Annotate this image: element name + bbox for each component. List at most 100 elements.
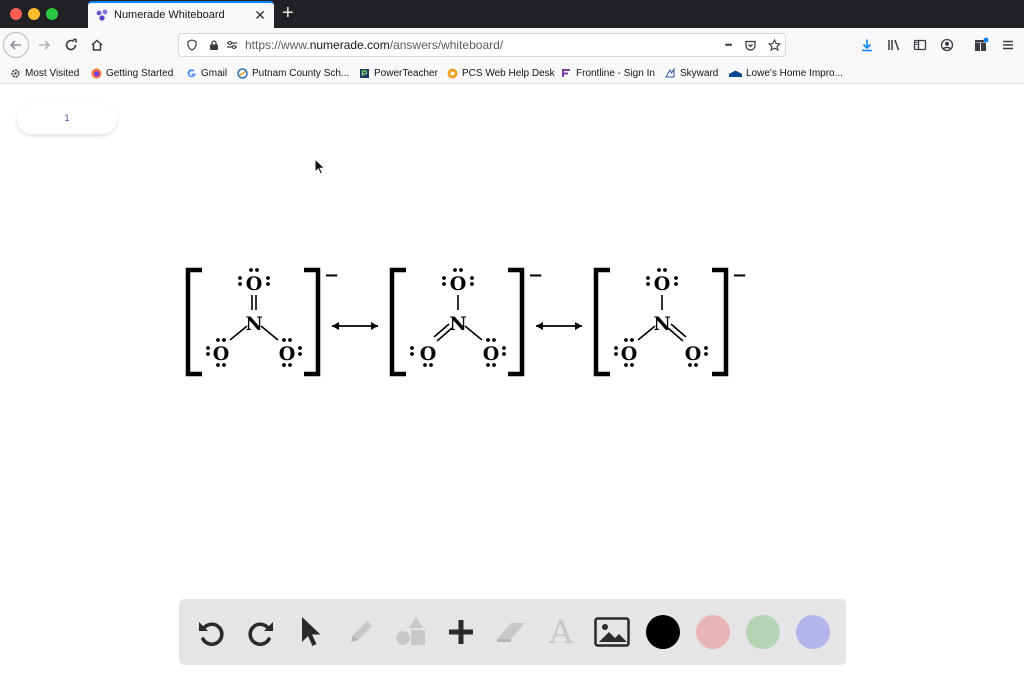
library-icon — [888, 39, 900, 51]
atom-o-left: O — [621, 343, 638, 365]
back-button[interactable] — [3, 32, 29, 58]
pocket-icon[interactable] — [743, 38, 757, 52]
minimize-window-button[interactable] — [28, 8, 40, 20]
mouse-cursor-icon — [314, 158, 326, 175]
hamburger-menu-icon — [1003, 40, 1013, 50]
add-button[interactable] — [443, 614, 479, 650]
resonance-structure-2: − O N O O — [389, 265, 543, 377]
text-tool-button[interactable]: A — [543, 613, 579, 651]
download-icon — [862, 39, 872, 52]
color-swatch-pink[interactable] — [696, 615, 730, 649]
page-number: 1 — [64, 113, 70, 123]
page-selector[interactable]: 1 — [17, 104, 117, 134]
pen-tool-button[interactable] — [343, 614, 379, 650]
bookmark-getting-started[interactable]: Getting Started — [91, 66, 173, 80]
right-bracket — [304, 267, 321, 377]
close-window-button[interactable] — [10, 8, 22, 20]
bookmark-frontline[interactable]: Frontline - Sign In — [561, 66, 655, 80]
color-swatch-lavender[interactable] — [796, 615, 830, 649]
tab-title: Numerade Whiteboard — [114, 9, 225, 21]
bookmarks-toolbar: Most Visited Getting Started Gmail Putna… — [0, 62, 1024, 84]
bookmark-powerteacher[interactable]: PowerTeacher — [359, 66, 438, 80]
library-button[interactable] — [881, 32, 907, 58]
resonance-arrow-2 — [536, 322, 582, 330]
atom-n: N — [245, 313, 262, 335]
redo-icon — [248, 622, 273, 647]
tab-close-icon[interactable]: ✕ — [254, 6, 266, 24]
sidebar-icon — [913, 39, 927, 51]
numerade-favicon-icon — [96, 9, 108, 21]
atom-o-top: O — [450, 273, 467, 295]
charge-label: − — [324, 265, 339, 286]
atom-n: N — [449, 313, 466, 335]
school-icon — [237, 67, 248, 79]
color-swatch-black[interactable] — [646, 615, 680, 649]
image-tool-button[interactable] — [594, 614, 630, 650]
left-bracket — [185, 267, 202, 377]
firefox-icon — [91, 68, 102, 78]
redo-button[interactable] — [243, 614, 279, 650]
atom-o-right: O — [685, 343, 702, 365]
lowes-icon — [729, 70, 742, 77]
arrow-left-icon — [9, 40, 21, 50]
resonance-structure-1: − O N O O — [185, 265, 339, 377]
fullscreen-window-button[interactable] — [46, 8, 58, 20]
right-bracket — [712, 267, 729, 377]
url-text: https://www.numerade.com/answers/whitebo… — [245, 38, 504, 52]
bookmark-putnam-county[interactable]: Putnam County Sch... — [237, 66, 349, 80]
lock-icon[interactable] — [207, 38, 221, 52]
atom-o-top: O — [246, 273, 263, 295]
resonance-structure-3: − O N O O — [593, 265, 747, 377]
atom-n: N — [653, 313, 670, 335]
select-tool-button[interactable] — [292, 614, 328, 650]
color-swatch-green[interactable] — [746, 615, 780, 649]
atom-o-right: O — [483, 343, 500, 365]
plus-icon — [449, 620, 473, 644]
atom-o-left: O — [420, 343, 437, 365]
helpdesk-icon — [447, 68, 458, 78]
left-bracket — [593, 267, 610, 377]
shield-icon[interactable] — [185, 38, 199, 52]
extensions-icon — [975, 37, 989, 51]
bookmark-lowes[interactable]: Lowe's Home Impro... — [729, 66, 843, 80]
gear-icon — [11, 68, 20, 78]
permissions-icon[interactable] — [225, 38, 239, 52]
resonance-arrow-1 — [332, 322, 378, 330]
undo-button[interactable] — [193, 614, 229, 650]
navigation-bar: https://www.numerade.com/answers/whitebo… — [0, 28, 1024, 62]
bookmark-star-icon[interactable] — [767, 38, 781, 52]
shapes-tool-button[interactable] — [393, 614, 429, 650]
bookmark-most-visited[interactable]: Most Visited — [10, 66, 79, 80]
address-bar[interactable]: https://www.numerade.com/answers/whitebo… — [178, 33, 786, 57]
pencil-icon — [351, 621, 372, 642]
account-button[interactable] — [934, 32, 960, 58]
left-bracket — [389, 267, 406, 377]
undo-icon — [199, 622, 224, 647]
bookmark-pcs-help-desk[interactable]: PCS Web Help Desk — [447, 66, 555, 80]
home-button[interactable] — [84, 32, 110, 58]
bookmark-gmail[interactable]: Gmail — [186, 66, 227, 80]
charge-label: − — [732, 265, 747, 286]
eraser-icon — [497, 623, 525, 642]
atom-o-right: O — [279, 343, 296, 365]
charge-label: − — [528, 265, 543, 286]
skyward-icon — [665, 67, 675, 77]
tab-numerade-whiteboard[interactable]: Numerade Whiteboard ✕ — [88, 1, 274, 28]
tab-strip: Numerade Whiteboard ✕ + — [0, 0, 1024, 28]
atom-o-top: O — [654, 273, 671, 295]
arrow-right-icon — [39, 40, 51, 50]
frontline-icon — [562, 68, 570, 77]
forward-button[interactable] — [31, 32, 57, 58]
menu-button[interactable] — [995, 32, 1021, 58]
extensions-button[interactable] — [968, 32, 994, 58]
nitrate-resonance-drawing: − O N O O − O N O O − O N O O — [185, 265, 747, 377]
downloads-button[interactable] — [854, 32, 880, 58]
new-tab-button[interactable]: + — [282, 2, 294, 24]
home-icon — [91, 39, 103, 51]
account-icon — [940, 38, 954, 52]
page-actions-menu-icon[interactable]: ••• — [717, 38, 739, 52]
bookmark-skyward[interactable]: Skyward — [665, 66, 718, 80]
reload-button[interactable] — [58, 32, 84, 58]
sidebar-button[interactable] — [907, 32, 933, 58]
eraser-tool-button[interactable] — [493, 614, 529, 650]
